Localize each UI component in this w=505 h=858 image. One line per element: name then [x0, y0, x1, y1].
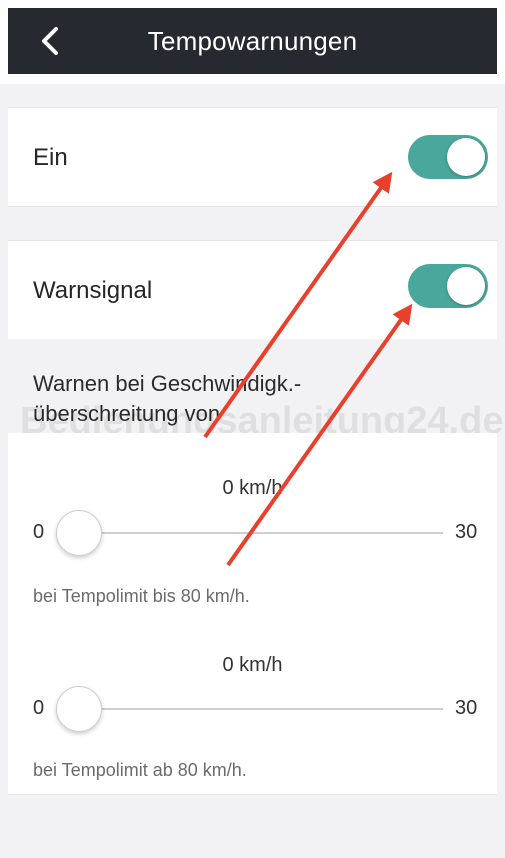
slider-min-label: 0	[33, 697, 45, 719]
navigation-bar: Tempowarnungen	[8, 8, 497, 74]
slider-max-label: 30	[455, 697, 478, 719]
warning-signal-toggle[interactable]	[408, 264, 488, 308]
slider-thumb[interactable]	[56, 510, 102, 556]
setting-label-enabled: Ein	[33, 144, 68, 171]
slider-thumb[interactable]	[56, 686, 102, 732]
slider-track[interactable]	[78, 708, 443, 710]
slider-track[interactable]	[78, 532, 443, 534]
setting-label-warning-signal: Warnsignal	[33, 277, 153, 304]
toggle-knob	[447, 138, 485, 176]
slider-min-label: 0	[33, 521, 45, 543]
bottom-area	[8, 795, 497, 858]
toggle-knob	[447, 267, 485, 305]
slider-caption: bei Tempolimit ab 80 km/h.	[33, 760, 247, 780]
enabled-toggle[interactable]	[408, 135, 488, 179]
slider-max-label: 30	[455, 521, 478, 543]
speed-slider-block-2: 0 km/h 0 30 bei Tempolimit ab 80 km/h.	[8, 620, 497, 795]
slider-value-label: 0 km/h	[222, 477, 283, 499]
page-title: Tempowarnungen	[147, 26, 358, 56]
setting-row-warning-signal: Warnsignal	[8, 240, 497, 340]
slider-value-label: 0 km/h	[222, 654, 283, 676]
speed-slider-block-1: 0 km/h 0 30 bei Tempolimit bis 80 km/h.	[8, 433, 497, 620]
slider-caption: bei Tempolimit bis 80 km/h.	[33, 586, 250, 606]
setting-row-enabled: Ein	[8, 107, 497, 207]
